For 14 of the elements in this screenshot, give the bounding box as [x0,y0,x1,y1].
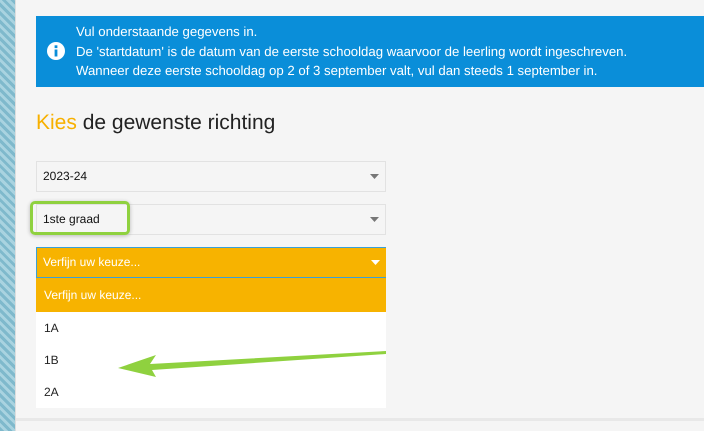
caret-icon [370,216,379,222]
select-field[interactable]: 1ste graad [36,204,386,234]
heading-text: de gewenste richting [82,110,276,134]
caret-icon [371,260,380,264]
info-text: De 'startdatum' is de datum van de eerste schooldag waarvoor de leerling wordt ingeschreven. [76,42,628,61]
dropdown-option[interactable]: 2A [36,376,386,408]
dropdown-option[interactable]: 1B [36,344,386,376]
select-field[interactable]: 2023-24 [36,160,386,192]
info-text: Vul onderstaande gegevens in. [76,23,258,41]
caret-icon [370,174,379,178]
heading-accent: Kies [36,110,77,134]
info-icon [46,41,66,62]
info-text: Wanneer deze eerste schooldag op 2 of 3 september valt, vul dan steeds 1 september in. [76,62,598,80]
dropdown-option[interactable]: 1A [36,312,386,344]
